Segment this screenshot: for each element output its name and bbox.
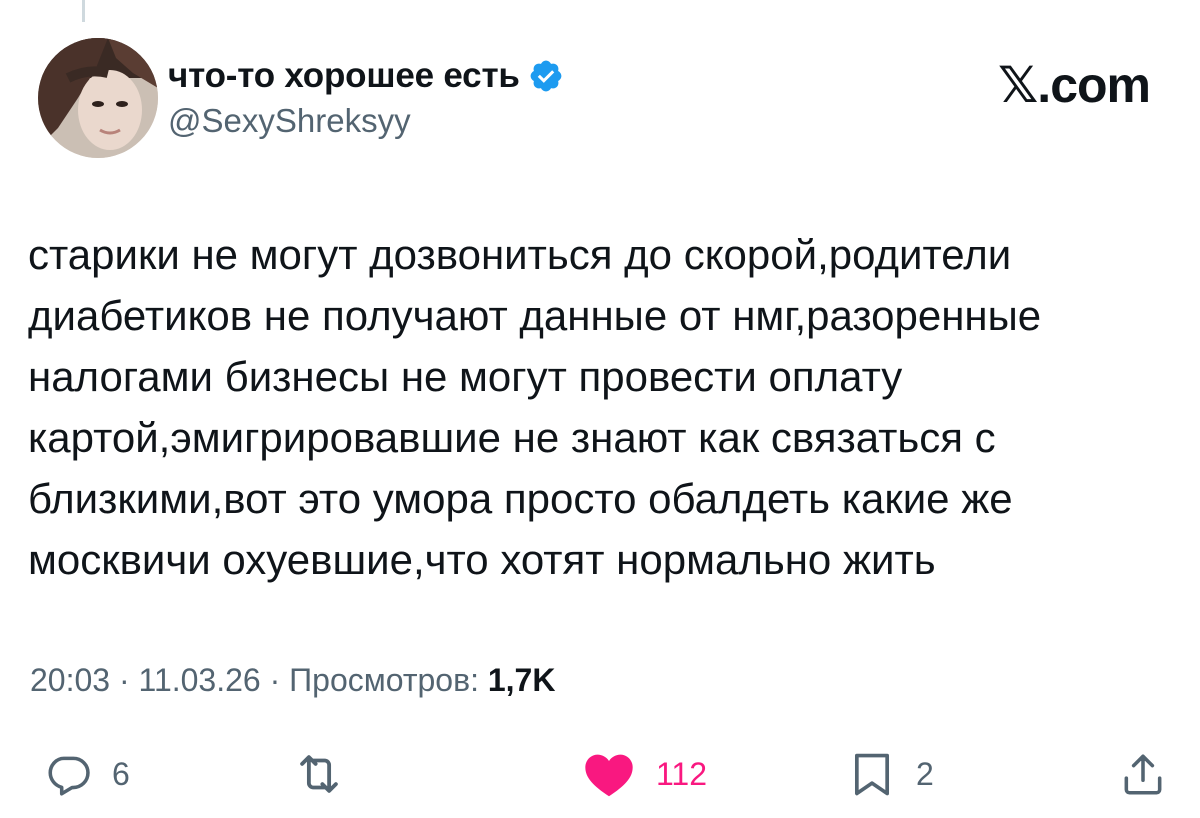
tweet-text-line: картой,эмигрировавшие не знают как связа… (28, 414, 996, 461)
bookmark-count: 2 (916, 755, 934, 792)
bookmark-button[interactable]: 2 (846, 744, 934, 804)
tweet-text-line: налогами бизнесы не могут провести оплат… (28, 353, 903, 400)
x-logo-text: 𝕏.com (998, 57, 1151, 113)
heart-icon (585, 754, 633, 797)
tweet-time[interactable]: 20:03 (30, 662, 110, 698)
verified-badge-icon (528, 58, 564, 94)
reply-button[interactable]: 6 (44, 744, 130, 804)
share-icon (1124, 754, 1162, 795)
author-handle[interactable]: @SexyShreksyy (168, 102, 411, 140)
tweet-text: старики не могут дозвониться до скорой,р… (28, 224, 1168, 590)
like-button[interactable]: 112 (580, 744, 707, 804)
action-bar: 6 112 2 (0, 744, 1200, 804)
share-button[interactable] (1118, 744, 1168, 804)
tweet-text-line: старики не могут дозвониться до скорой,р… (28, 231, 1012, 278)
author-display-name[interactable]: что-то хорошее есть (168, 56, 520, 96)
thread-connector-line (82, 0, 85, 22)
bookmark-icon (854, 753, 890, 796)
profile-photo (38, 38, 158, 158)
retweet-button[interactable] (292, 744, 364, 804)
tweet-date[interactable]: 11.03.26 (139, 662, 261, 698)
reply-icon (48, 756, 90, 796)
avatar[interactable] (38, 38, 158, 158)
views-count: 1,7K (487, 662, 556, 698)
retweet-icon (300, 755, 338, 793)
tweet-meta: 20:03 · 11.03.26 · Просмотров: 1,7K (30, 662, 555, 699)
tweet-text-line: диабетиков не получают данные от нмг,раз… (28, 292, 1042, 339)
reply-count: 6 (112, 755, 130, 792)
tweet-text-line: москвичи охуевшие,что хотят нормально жи… (28, 536, 936, 583)
meta-separator: · (118, 662, 130, 698)
tweet-text-line: близкими,вот это умора просто обалдеть к… (28, 475, 1013, 522)
author-name-row[interactable]: что-то хорошее есть (168, 56, 564, 96)
like-count: 112 (656, 755, 708, 792)
meta-separator: · (269, 662, 281, 698)
views-label: Просмотров: (289, 662, 479, 698)
